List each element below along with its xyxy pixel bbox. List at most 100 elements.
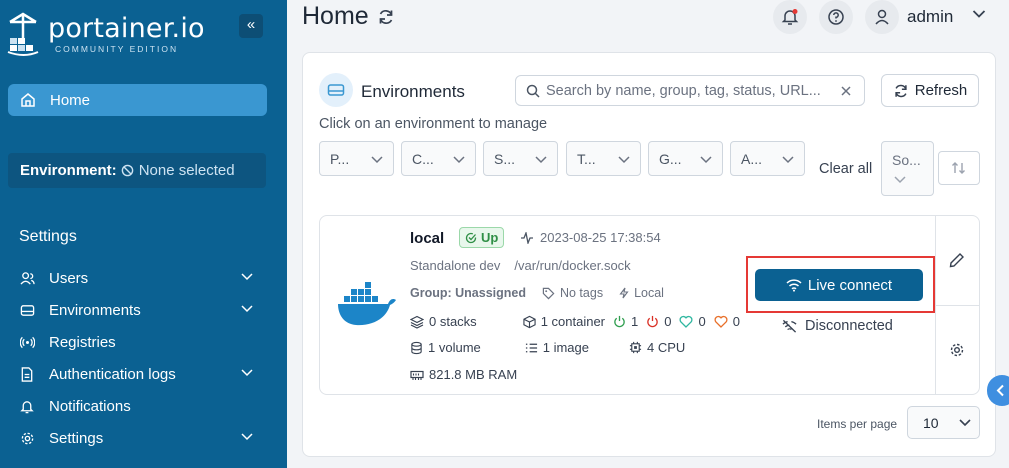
clear-all-button[interactable]: Clear all: [819, 161, 872, 177]
filter-groups[interactable]: G...: [648, 141, 723, 176]
timestamp: 2023-08-25 17:38:54: [540, 230, 661, 245]
filter-label: P...: [330, 150, 350, 167]
filter-label: S...: [494, 150, 516, 167]
location-text: Local: [634, 286, 664, 300]
connection-status: Disconnected: [782, 318, 893, 334]
sidebar-item-settings[interactable]: Settings: [19, 427, 259, 449]
chevrons-left-icon: «: [246, 16, 256, 33]
filter-tags[interactable]: T...: [566, 141, 641, 176]
stats-row-3: 821.8 MB RAM: [410, 367, 517, 382]
volumes-stat: 1 volume: [410, 340, 481, 355]
portainer-logo-icon: [7, 12, 39, 56]
file-icon: [21, 366, 33, 382]
sidebar-item-registries[interactable]: Registries: [19, 331, 259, 353]
refresh-button[interactable]: Refresh: [881, 74, 979, 107]
items-per-page-value: 10: [923, 414, 939, 431]
healthy-stat: 0: [679, 314, 706, 329]
notifications-button[interactable]: [773, 0, 807, 34]
containers-stat: 1 container: [523, 314, 605, 329]
stacks-count: 0 stacks: [429, 314, 477, 329]
search-placeholder: Search by name, group, tag, status, URL.…: [546, 82, 821, 99]
refresh-icon[interactable]: [377, 8, 395, 26]
list-icon: [525, 343, 537, 352]
live-connect-label: Live connect: [807, 276, 893, 294]
environments-header-icon: [319, 73, 353, 107]
bell-icon: [781, 9, 799, 25]
filter-label: T...: [577, 150, 596, 167]
items-per-page-select[interactable]: 10: [907, 406, 980, 439]
environment-name: local: [410, 230, 445, 247]
help-button[interactable]: [819, 0, 853, 34]
filter-platform[interactable]: P...: [319, 141, 394, 176]
last-check-time: 2023-08-25 17:38:54: [520, 230, 661, 245]
edit-icon[interactable]: [949, 252, 965, 268]
stopped-stat: 0: [646, 314, 671, 329]
users-icon: [19, 271, 35, 285]
volumes-count: 1 volume: [428, 340, 481, 355]
filter-connection[interactable]: C...: [401, 141, 476, 176]
chevron-down-icon[interactable]: [972, 9, 986, 19]
environments-hint: Click on an environment to manage: [319, 116, 548, 132]
power-icon: [614, 315, 625, 328]
search-icon: [526, 84, 540, 98]
environments-icon: [327, 84, 345, 96]
zap-icon: [619, 287, 629, 299]
user-icon: [875, 9, 889, 25]
status-text: Up: [481, 230, 499, 245]
images-stat: 1 image: [525, 340, 589, 355]
chevron-left-icon: [996, 384, 1004, 397]
stats-row-1: 0 stacks 1 container 1 0 0 0: [410, 314, 740, 329]
filter-label: G...: [659, 150, 682, 167]
side-panel-toggle[interactable]: [987, 375, 1009, 406]
sidebar-item-label: Notifications: [49, 397, 131, 415]
chevron-down-icon: [453, 156, 465, 164]
sidebar-item-users[interactable]: Users: [19, 267, 259, 289]
power-off-icon: [647, 315, 658, 328]
refresh-label: Refresh: [914, 82, 968, 99]
location-info: Local: [619, 286, 664, 300]
page-title-text: Home: [302, 2, 369, 30]
sidebar-item-label: Settings: [49, 429, 104, 447]
filter-status[interactable]: S...: [483, 141, 558, 176]
gear-icon: [21, 432, 33, 444]
group-label: Group: Unassigned: [410, 286, 526, 300]
logo-subtitle: COMMUNITY EDITION: [55, 44, 179, 54]
sort-direction-button[interactable]: [938, 151, 980, 185]
sidebar-item-label: Environments: [49, 301, 141, 319]
user-avatar[interactable]: [865, 0, 899, 34]
check-circle-icon: [465, 232, 477, 243]
portainer-logo[interactable]: portainer.io COMMUNITY EDITION: [6, 12, 206, 60]
gear-icon[interactable]: [949, 342, 965, 358]
item-actions: [935, 216, 979, 394]
ram-amount: 821.8 MB RAM: [429, 367, 518, 382]
sidebar-item-label: Users: [49, 269, 89, 287]
user-name[interactable]: admin: [907, 7, 953, 27]
chevron-down-icon: [782, 156, 794, 164]
sidebar-item-notifications[interactable]: Notifications: [19, 395, 259, 417]
sidebar: portainer.io COMMUNITY EDITION « Home En…: [0, 0, 287, 468]
chevron-down-icon: [700, 156, 712, 164]
close-icon[interactable]: [840, 85, 852, 97]
bell-icon: [20, 400, 34, 413]
environment-label: Environment:: [20, 162, 117, 179]
divider: [936, 305, 979, 306]
environment-item[interactable]: local Up 2023-08-25 17:38:54 Standalone …: [319, 215, 980, 395]
heart-broken-icon: [714, 315, 728, 328]
cpu-icon: [629, 341, 642, 354]
cpu-stat: 4 CPU: [629, 340, 685, 355]
search-input[interactable]: Search by name, group, tag, status, URL.…: [515, 75, 865, 106]
filter-agent[interactable]: A...: [730, 141, 805, 176]
sidebar-item-home[interactable]: Home: [8, 84, 267, 116]
collapse-sidebar-button[interactable]: «: [239, 14, 263, 38]
chevron-down-icon: [535, 156, 547, 164]
environment-selector: Environment: None selected: [8, 153, 266, 188]
unhealthy-stat: 0: [714, 314, 740, 329]
sidebar-item-environments[interactable]: Environments: [19, 299, 259, 321]
ban-icon: [121, 164, 133, 177]
sort-select[interactable]: So...: [881, 141, 934, 196]
sidebar-item-authentication-logs[interactable]: Authentication logs: [19, 363, 259, 385]
help-icon: [828, 9, 844, 25]
live-connect-button[interactable]: Live connect: [755, 269, 923, 301]
settings-heading: Settings: [19, 228, 77, 245]
chevron-down-icon: [618, 156, 630, 164]
